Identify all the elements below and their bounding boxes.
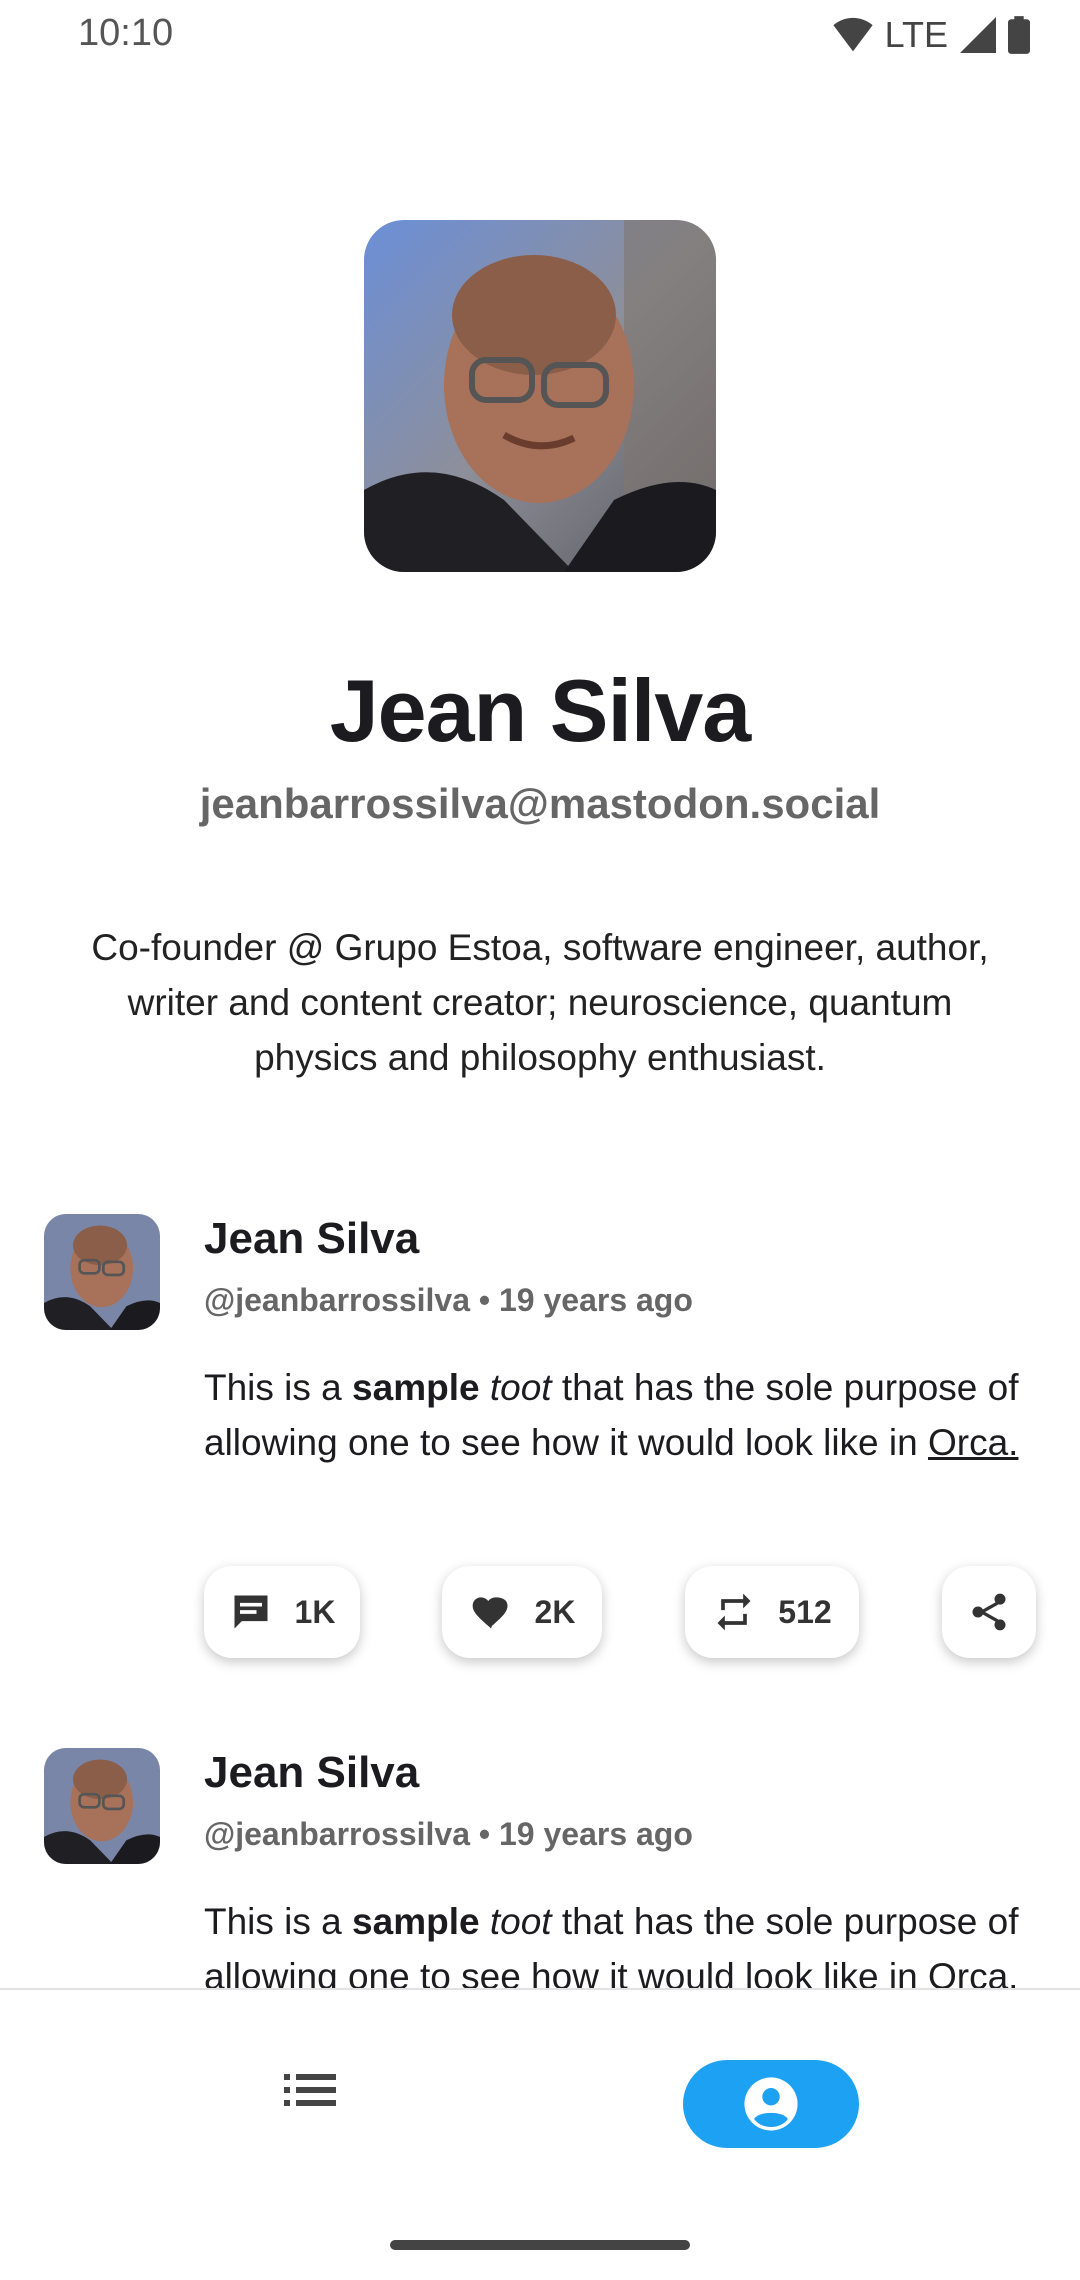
- toot-body: This is a sample toot that has the sole …: [204, 1360, 1024, 1470]
- nav-profile-button[interactable]: [683, 2060, 859, 2148]
- nav-feed-button[interactable]: [260, 2050, 360, 2130]
- reblog-button[interactable]: 512: [685, 1566, 859, 1658]
- share-button[interactable]: [942, 1566, 1036, 1658]
- favorite-count: 2K: [534, 1593, 576, 1630]
- comment-icon: [234, 1595, 268, 1629]
- feed-list-icon: [284, 2074, 336, 2106]
- wifi-icon: [833, 17, 873, 52]
- toot-text: This is a: [204, 1901, 353, 1942]
- share-icon: [972, 1593, 1006, 1631]
- toot[interactable]: Jean Silva @jeanbarrossilva • 19 years a…: [0, 1744, 1080, 1988]
- toot-body: This is a sample toot that has the sole …: [204, 1894, 1024, 1988]
- profile-photo: [364, 220, 716, 572]
- reblog-count: 512: [778, 1593, 832, 1630]
- profile-bio: Co-founder @ Grupo Estoa, software engin…: [91, 927, 989, 1078]
- network-type: LTE: [884, 14, 948, 55]
- status-bar: 10:10 LTE: [0, 0, 1080, 70]
- favorite-button[interactable]: 2K: [442, 1566, 602, 1658]
- comment-count: 1K: [294, 1593, 336, 1630]
- status-icons: LTE: [833, 14, 1030, 56]
- bottom-navigation: [0, 1990, 1080, 2280]
- comment-button[interactable]: 1K: [204, 1566, 360, 1658]
- toot-meta: @jeanbarrossilva • 19 years ago: [204, 1282, 693, 1318]
- profile-name: Jean Silva: [329, 661, 752, 760]
- toot-italic-text: toot: [489, 1901, 552, 1942]
- toot-bold-text: sample: [352, 1901, 480, 1942]
- toot-author-name: Jean Silva: [204, 1214, 420, 1263]
- toot-link[interactable]: Orca.: [928, 1956, 1018, 1988]
- toot-text: This is a: [204, 1367, 353, 1408]
- profile-avatar[interactable]: [364, 220, 716, 572]
- toot-author-avatar[interactable]: [44, 1748, 160, 1864]
- toot-author-name: Jean Silva: [204, 1748, 420, 1797]
- author-photo: [44, 1214, 160, 1330]
- heart-icon: [472, 1597, 508, 1629]
- home-indicator[interactable]: [390, 2240, 690, 2250]
- toot-italic-text: toot: [489, 1367, 552, 1408]
- battery-icon: [1008, 16, 1030, 54]
- toot[interactable]: Jean Silva @jeanbarrossilva • 19 years a…: [0, 1210, 1080, 1680]
- toot-meta: @jeanbarrossilva • 19 years ago: [204, 1816, 693, 1852]
- reblog-icon: [717, 1593, 751, 1631]
- toot-author-avatar[interactable]: [44, 1214, 160, 1330]
- status-time: 10:10: [78, 12, 174, 54]
- toot-bold-text: sample: [352, 1367, 480, 1408]
- account-circle-icon: [744, 2077, 798, 2131]
- toot-text: [480, 1901, 490, 1942]
- toot-text: [480, 1367, 490, 1408]
- profile-handle: jeanbarrossilva@mastodon.social: [199, 780, 881, 827]
- toot-link[interactable]: Orca.: [928, 1422, 1018, 1463]
- author-photo: [44, 1748, 160, 1864]
- signal-icon: [960, 17, 996, 53]
